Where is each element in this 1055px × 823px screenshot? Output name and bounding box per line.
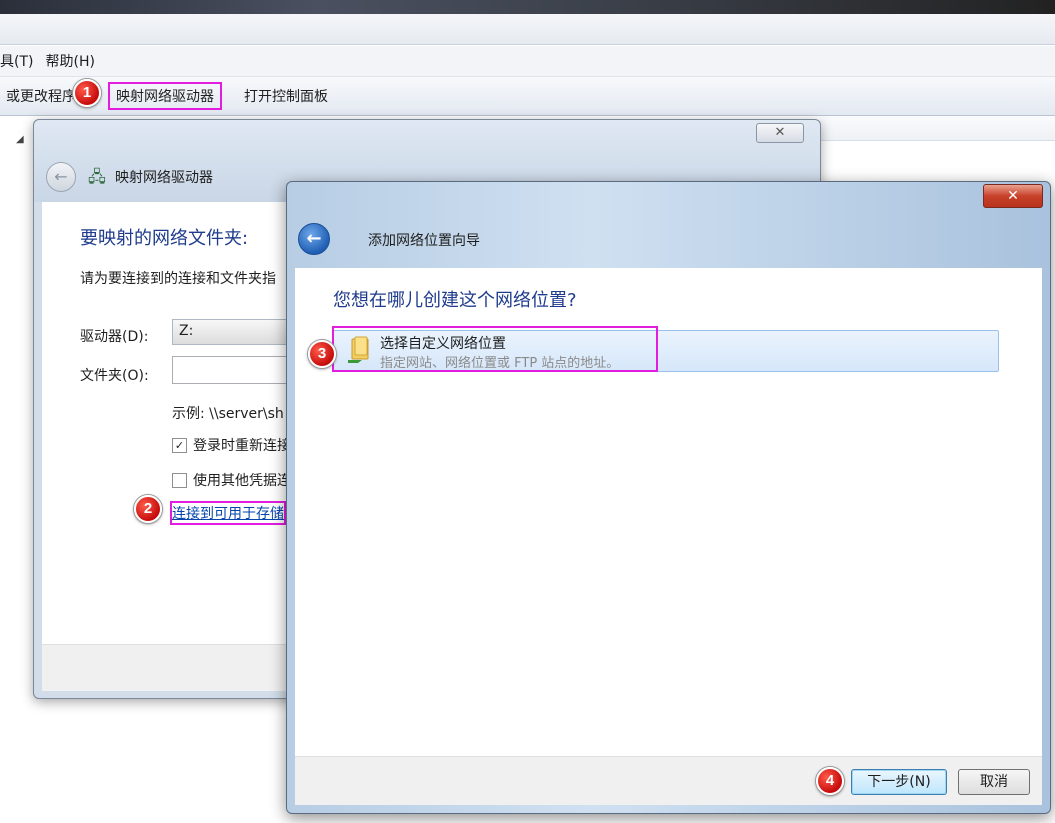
back-arrow-icon[interactable]: ← <box>298 223 330 255</box>
command-bar: 或更改程序 映射网络驱动器 打开控制面板 <box>0 77 1055 116</box>
reconnect-row[interactable]: ✓ 登录时重新连接 <box>172 435 291 455</box>
wizard-footer: 下一步(N) 取消 <box>295 756 1042 805</box>
other-credentials-row[interactable]: 使用其他凭据连 <box>172 470 291 490</box>
folder-label: 文件夹(O): <box>80 368 149 384</box>
folder-network-icon <box>348 336 369 363</box>
option-subtitle: 指定网站、网络位置或 FTP 站点的地址。 <box>380 356 620 371</box>
page-heading: 要映射的网络文件夹: <box>80 228 249 249</box>
network-drive-icon: 🖧 <box>88 167 106 186</box>
add-network-location-wizard: ✕ ← 添加网络位置向导 您想在哪儿创建这个网络位置? 选择自定义网络位置 指定… <box>286 181 1051 814</box>
tree-expand-icon[interactable]: ◢ <box>16 134 24 145</box>
uninstall-program-button[interactable]: 或更改程序 <box>0 84 82 108</box>
next-button[interactable]: 下一步(N) <box>851 769 947 795</box>
option-title: 选择自定义网络位置 <box>380 336 506 352</box>
back-arrow-icon[interactable]: ← <box>46 162 76 192</box>
reconnect-checkbox[interactable]: ✓ <box>172 437 187 453</box>
other-credentials-label: 使用其他凭据连 <box>193 473 291 489</box>
menu-help[interactable]: 帮助(H) <box>45 51 94 71</box>
example-text: 示例: \\server\sh <box>172 406 284 422</box>
page-heading: 您想在哪儿创建这个网络位置? <box>333 290 577 311</box>
reconnect-label: 登录时重新连接 <box>193 438 291 454</box>
step-badge-4: 4 <box>816 767 844 795</box>
menu-bar: 具(T) 帮助(H) <box>0 46 1055 77</box>
map-network-drive-button[interactable]: 映射网络驱动器 <box>108 82 222 110</box>
close-icon[interactable]: ✕ <box>756 123 804 143</box>
open-control-panel-button[interactable]: 打开控制面板 <box>238 84 334 108</box>
custom-network-location-option[interactable]: 选择自定义网络位置 指定网站、网络位置或 FTP 站点的地址。 <box>332 326 999 372</box>
menu-tools[interactable]: 具(T) <box>0 51 33 71</box>
close-icon[interactable]: ✕ <box>983 184 1043 208</box>
dialog-title: 映射网络驱动器 <box>115 170 213 186</box>
step-badge-1: 1 <box>73 79 101 107</box>
cancel-button[interactable]: 取消 <box>958 769 1030 795</box>
step-badge-3: 3 <box>308 340 336 368</box>
column-header-strip <box>820 116 1055 141</box>
step-badge-2: 2 <box>134 495 162 523</box>
instruction-text: 请为要连接到的连接和文件夹指 <box>80 271 276 287</box>
drive-label: 驱动器(D): <box>80 329 149 345</box>
connect-storage-link[interactable]: 连接到可用于存储 <box>170 501 286 525</box>
wizard-title: 添加网络位置向导 <box>368 233 480 249</box>
address-bar <box>0 14 1055 45</box>
taskbar-strip <box>0 0 1055 14</box>
wizard-content: 您想在哪儿创建这个网络位置? 选择自定义网络位置 指定网站、网络位置或 FTP … <box>295 268 1042 756</box>
other-credentials-checkbox[interactable] <box>172 472 187 488</box>
